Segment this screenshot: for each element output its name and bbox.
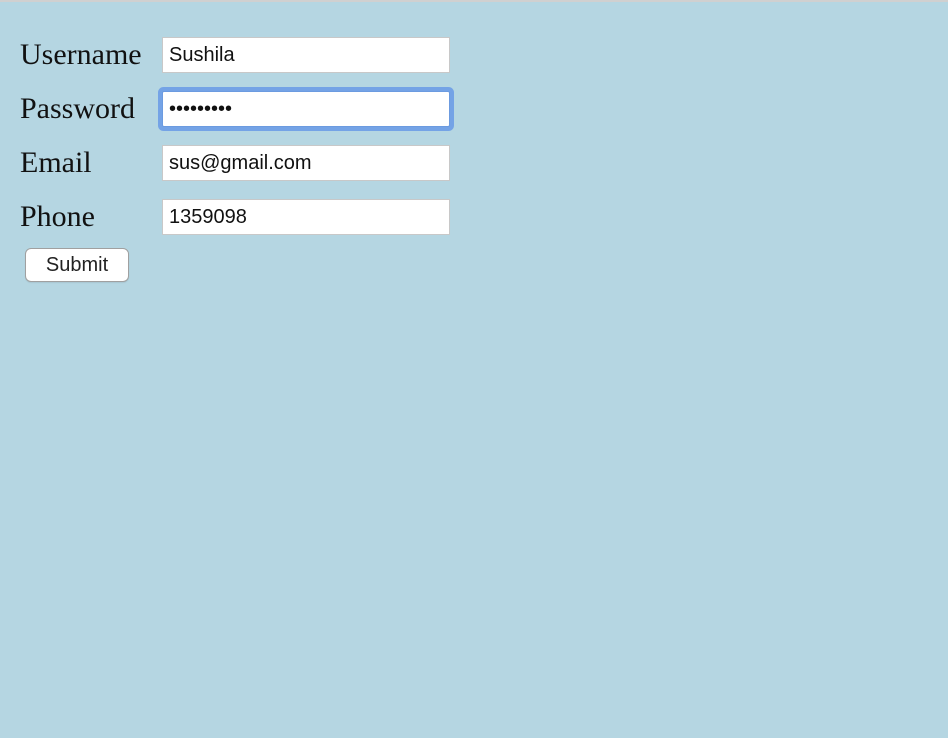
username-field[interactable] <box>162 37 450 73</box>
username-row: Username <box>20 28 450 82</box>
phone-label: Phone <box>20 200 95 233</box>
phone-row: Phone <box>20 190 450 244</box>
email-label: Email <box>20 146 92 179</box>
phone-field[interactable] <box>162 199 450 235</box>
password-field[interactable] <box>162 91 450 127</box>
email-row: Email <box>20 136 450 190</box>
registration-form: Username Password Email Phone Submit <box>20 28 450 282</box>
username-label: Username <box>20 38 142 71</box>
password-label: Password <box>20 92 136 125</box>
password-row: Password <box>20 82 450 136</box>
email-field[interactable] <box>162 145 450 181</box>
submit-button[interactable]: Submit <box>25 248 129 282</box>
